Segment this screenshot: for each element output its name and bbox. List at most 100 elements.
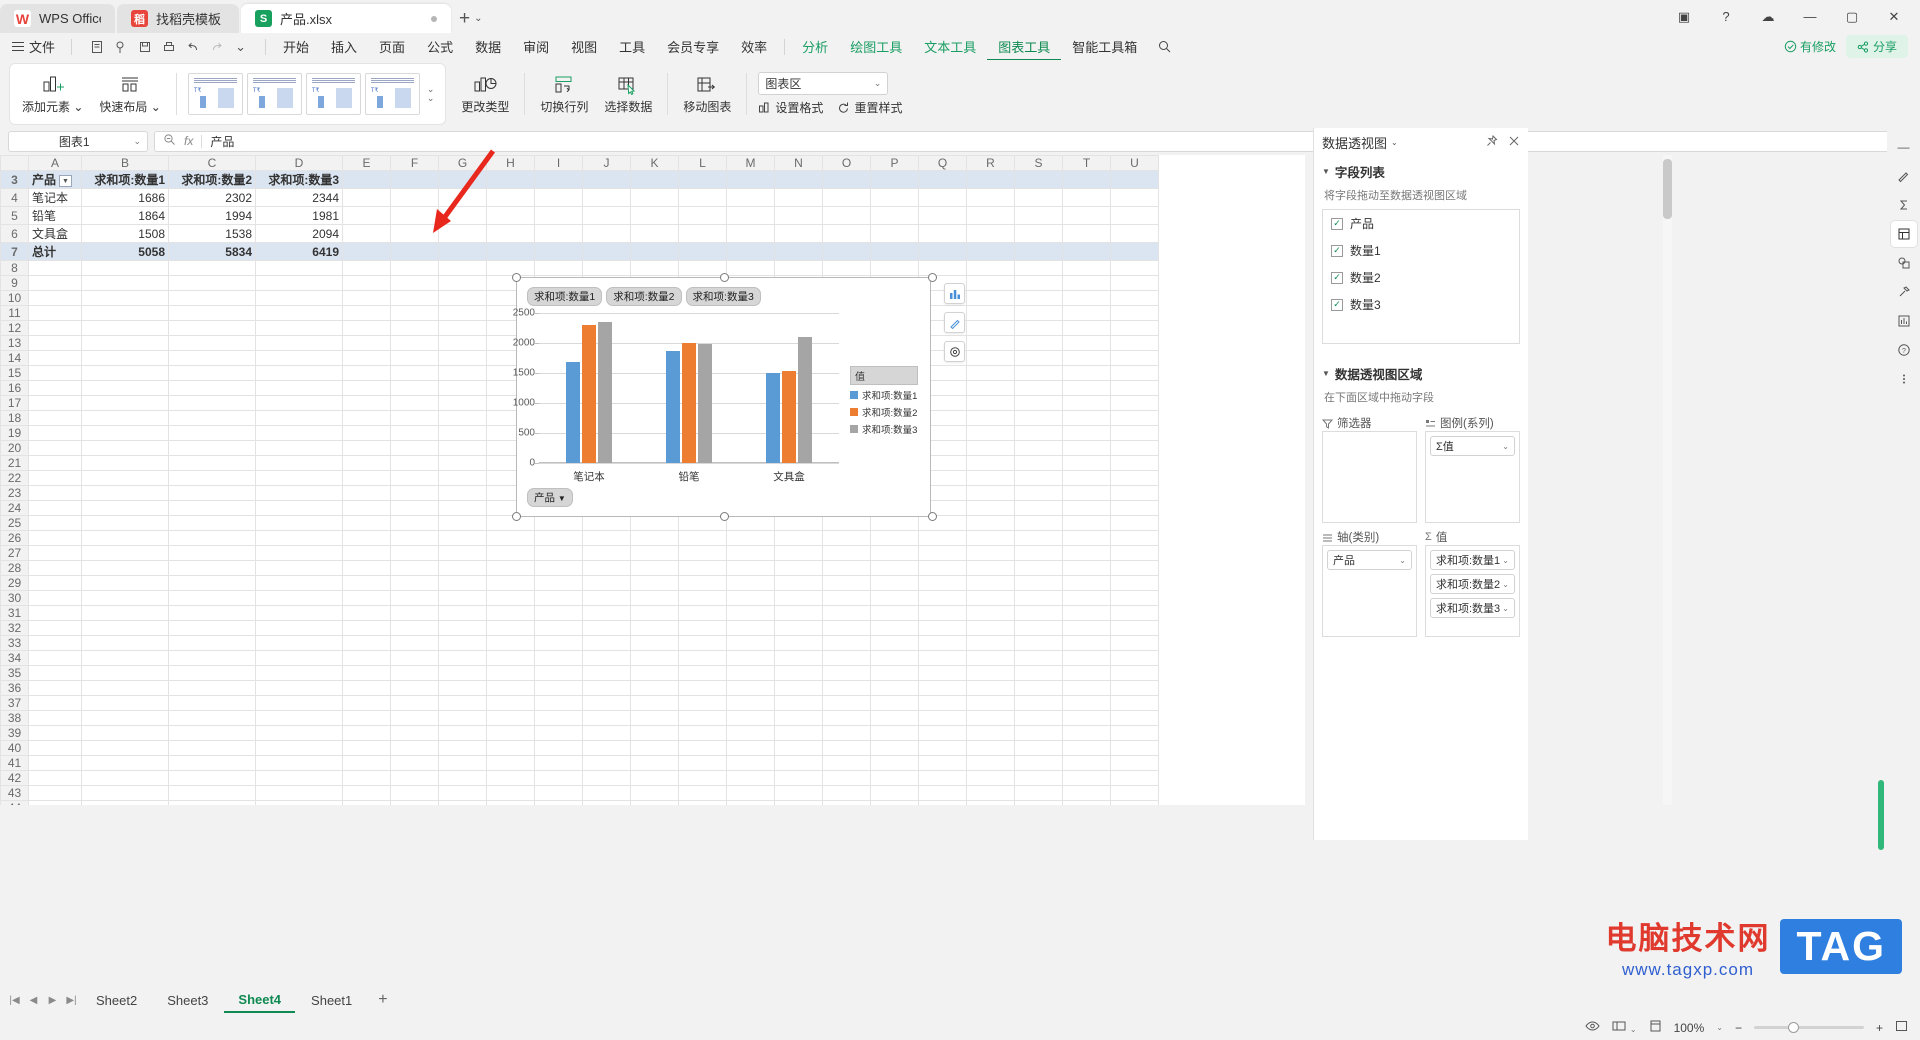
resize-handle-n[interactable] [720, 273, 729, 282]
grid-cell[interactable] [1110, 188, 1159, 207]
grid-cell[interactable] [390, 665, 439, 681]
grid-cell[interactable] [1014, 590, 1063, 606]
grid-cell[interactable] [390, 455, 439, 471]
grid-cell[interactable] [870, 770, 919, 786]
row-header[interactable]: 27 [0, 545, 29, 561]
grid-cell[interactable] [438, 665, 487, 681]
grid-cell[interactable] [774, 680, 823, 696]
grid-cell[interactable] [390, 785, 439, 801]
grid-cell[interactable] [630, 785, 679, 801]
field-list-section-header[interactable]: ▼ 字段列表 [1314, 156, 1528, 185]
table-row[interactable]: 31 [0, 605, 1159, 621]
gallery-thumb[interactable]: T₹ [246, 73, 302, 115]
column-header[interactable]: M [726, 155, 775, 171]
grid-cell[interactable] [1014, 725, 1063, 741]
grid-cell[interactable] [81, 275, 169, 291]
search-icon[interactable] [1154, 36, 1175, 57]
grid-cell[interactable] [966, 755, 1015, 771]
grid-cell[interactable] [630, 560, 679, 576]
grid-cell[interactable] [390, 695, 439, 711]
grid-cell[interactable] [1062, 560, 1111, 576]
grid-cell[interactable] [438, 695, 487, 711]
grid-cell[interactable] [81, 785, 169, 801]
zone-axis[interactable]: 产品 ⌄ [1322, 545, 1417, 637]
grid-cell[interactable] [870, 545, 919, 561]
grid-cell[interactable] [1014, 275, 1063, 291]
grid-cell[interactable] [28, 365, 82, 381]
grid-cell[interactable] [168, 695, 256, 711]
column-header[interactable]: A [28, 155, 82, 171]
grid-cell[interactable] [630, 530, 679, 546]
grid-cell[interactable] [822, 785, 871, 801]
grid-cell[interactable] [1110, 260, 1159, 276]
grid-cell[interactable] [1062, 500, 1111, 516]
grid-cell[interactable] [81, 770, 169, 786]
open-icon[interactable] [110, 36, 131, 57]
grid-cell[interactable] [81, 530, 169, 546]
grid-cell[interactable] [534, 206, 583, 225]
grid-cell[interactable] [822, 575, 871, 591]
field-list-item[interactable]: ✓ 数量1 [1323, 237, 1519, 264]
grid-cell[interactable] [966, 224, 1015, 243]
grid-cell[interactable] [870, 755, 919, 771]
grid-cell[interactable] [534, 515, 583, 531]
grid-cell[interactable] [966, 605, 1015, 621]
grid-cell[interactable] [1110, 224, 1159, 243]
bar-求和项:数量3-笔记本[interactable] [598, 322, 612, 463]
grid-cell[interactable] [1062, 470, 1111, 486]
grid-cell[interactable] [582, 224, 631, 243]
chevron-down-icon[interactable]: ⌄ [1716, 1023, 1723, 1032]
grid-cell[interactable] [582, 755, 631, 771]
grid-cell[interactable] [255, 650, 343, 666]
grid-cell[interactable] [1110, 275, 1159, 291]
grid-cell[interactable] [438, 545, 487, 561]
grid-cell[interactable] [534, 800, 583, 805]
grid-cell[interactable] [28, 575, 82, 591]
row-header[interactable]: 44 [0, 800, 29, 805]
resize-handle-se[interactable] [928, 512, 937, 521]
close-button[interactable]: ✕ [1874, 0, 1914, 33]
grid-cell[interactable] [342, 410, 391, 426]
grid-cell[interactable] [918, 665, 967, 681]
grid-cell[interactable] [28, 485, 82, 501]
grid-cell[interactable] [966, 590, 1015, 606]
row-header[interactable]: 35 [0, 665, 29, 681]
grid-cell[interactable] [966, 206, 1015, 225]
menu-item-shenyue[interactable]: 审阅 [512, 33, 560, 60]
grid-cell[interactable] [726, 740, 775, 756]
grid-cell[interactable] [1062, 800, 1111, 805]
grid-cell[interactable] [1014, 440, 1063, 456]
grid-cell[interactable] [1062, 650, 1111, 666]
grid-cell[interactable] [582, 545, 631, 561]
grid-cell[interactable] [582, 605, 631, 621]
grid-cell[interactable] [1062, 785, 1111, 801]
grid-cell[interactable] [966, 725, 1015, 741]
grid-cell[interactable]: 求和项:数量3 [255, 170, 343, 189]
grid-cell[interactable] [630, 242, 679, 261]
grid-cell[interactable] [726, 680, 775, 696]
grid-cell[interactable] [438, 485, 487, 501]
help-icon[interactable]: ? [1891, 337, 1917, 363]
grid-cell[interactable] [1014, 740, 1063, 756]
grid-cell[interactable] [486, 785, 535, 801]
grid-cell[interactable] [438, 425, 487, 441]
grid-cell[interactable] [918, 530, 967, 546]
select-all-corner[interactable] [0, 155, 29, 171]
grid-cell[interactable] [966, 260, 1015, 276]
grid-cell[interactable] [255, 455, 343, 471]
menu-item-huitu-gongju[interactable]: 绘图工具 [839, 33, 913, 60]
share-button[interactable]: 分享 [1845, 35, 1908, 58]
grid-cell[interactable] [726, 206, 775, 225]
table-row[interactable]: 42 [0, 770, 1159, 786]
fx-icon[interactable]: fx [184, 134, 193, 148]
grid-cell[interactable] [678, 590, 727, 606]
grid-cell[interactable] [1062, 380, 1111, 396]
grid-cell[interactable] [918, 800, 967, 805]
grid-cell[interactable] [168, 470, 256, 486]
grid-cell[interactable] [255, 275, 343, 291]
column-header[interactable]: L [678, 155, 727, 171]
grid-cell[interactable] [255, 365, 343, 381]
grid-cell[interactable] [534, 545, 583, 561]
row-header[interactable]: 21 [0, 455, 29, 471]
grid-cell[interactable] [1014, 350, 1063, 366]
